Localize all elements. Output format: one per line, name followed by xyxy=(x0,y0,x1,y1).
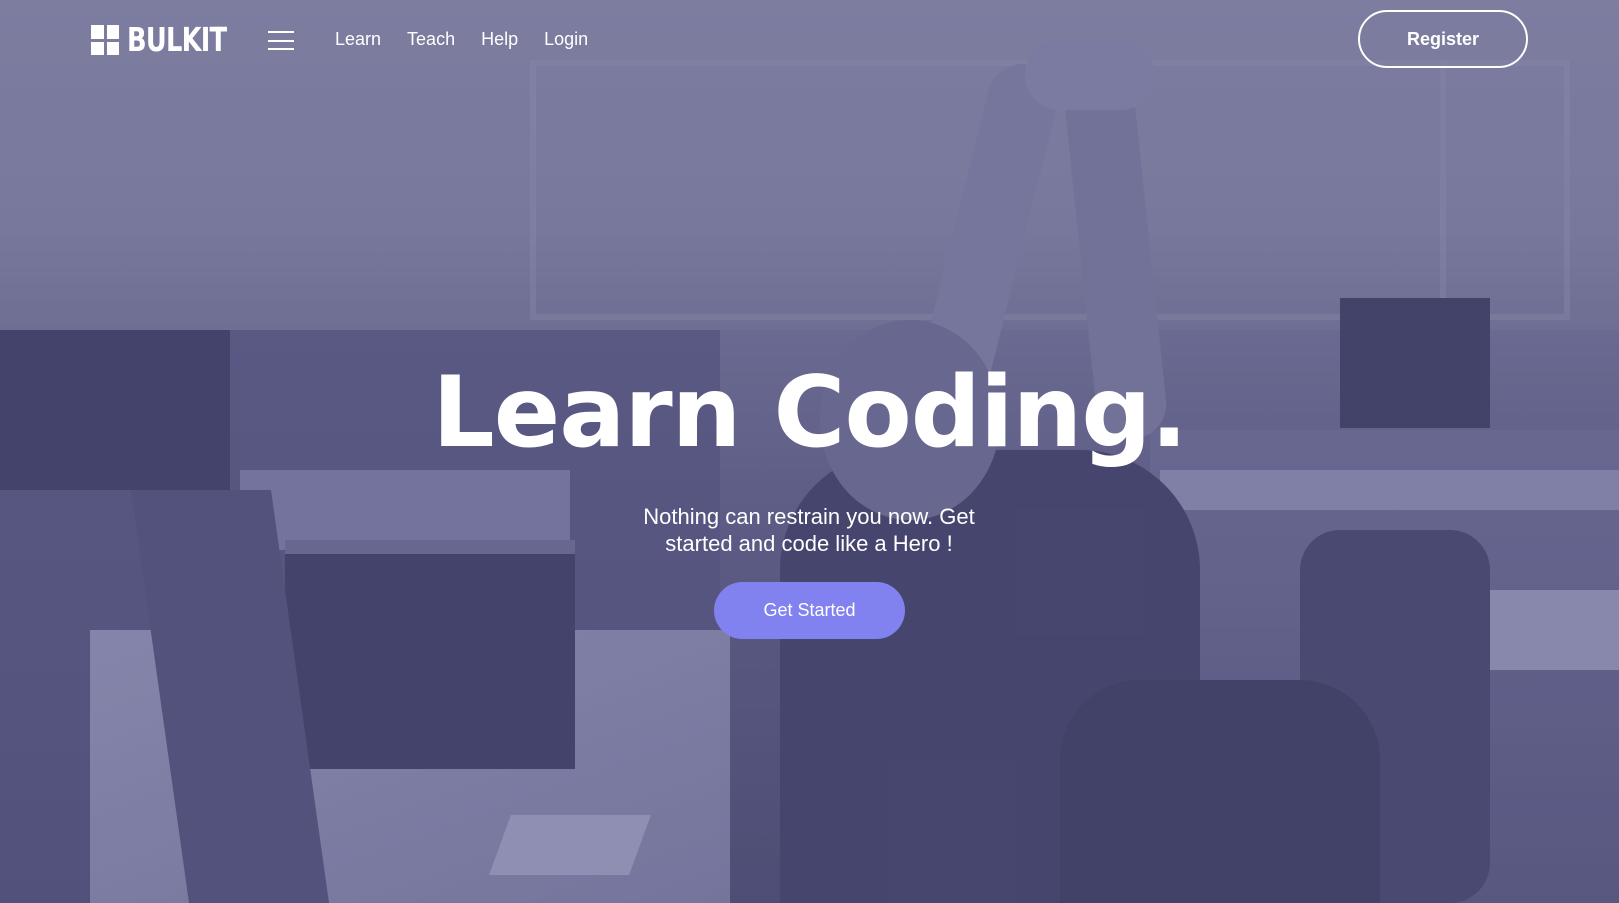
brand-name: BULKIT xyxy=(127,20,227,59)
brand-logo[interactable]: BULKIT xyxy=(91,23,254,57)
hero-section: BULKIT Learn Teach Help Login Register L… xyxy=(0,0,1619,903)
hamburger-menu-icon[interactable] xyxy=(268,31,294,50)
hero-content: Learn Coding. Nothing can restrain you n… xyxy=(0,0,1619,903)
nav-links: Learn Teach Help Login xyxy=(335,28,588,50)
nav-link-help[interactable]: Help xyxy=(481,28,518,50)
top-navbar: BULKIT Learn Teach Help Login Register xyxy=(0,0,1619,80)
grid-squares-icon xyxy=(91,25,119,55)
get-started-button[interactable]: Get Started xyxy=(714,582,905,639)
nav-link-teach[interactable]: Teach xyxy=(407,28,455,50)
register-button[interactable]: Register xyxy=(1358,10,1528,68)
nav-link-learn[interactable]: Learn xyxy=(335,28,381,50)
hero-title: Learn Coding. xyxy=(432,356,1187,470)
nav-link-login[interactable]: Login xyxy=(544,28,588,50)
hero-subtitle: Nothing can restrain you now. Get starte… xyxy=(643,504,975,556)
